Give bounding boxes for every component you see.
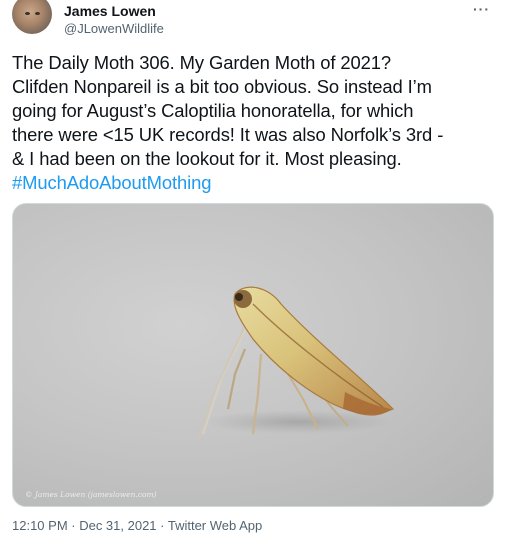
author-handle[interactable]: @JLowenWildlife <box>64 21 164 37</box>
author-name[interactable]: James Lowen <box>64 3 156 19</box>
tweet-media-photo[interactable]: © James Lowen (jameslowen.com) <box>12 203 494 507</box>
tweet-text-line: there were <15 UK records! It was also N… <box>12 124 444 145</box>
hashtag-link[interactable]: #MuchAdoAboutMothing <box>12 171 500 195</box>
avatar-eye <box>25 12 30 15</box>
photo-credit: © James Lowen (jameslowen.com) <box>25 490 157 499</box>
tweet-text: The Daily Moth 306. My Garden Moth of 20… <box>12 51 500 195</box>
tweet-text-line: going for August’s Caloptilia honoratell… <box>12 100 414 121</box>
tweet-text-line: The Daily Moth 306. My Garden Moth of 20… <box>12 52 392 73</box>
author-avatar[interactable] <box>12 0 52 34</box>
moth-eye <box>235 293 243 301</box>
avatar-eye <box>35 12 40 15</box>
more-options-icon[interactable]: ··· <box>473 1 490 17</box>
tweet-text-line: Clifden Nonpareil is a bit too obvious. … <box>12 76 432 97</box>
moth-photo-illustration <box>197 286 395 443</box>
tweet-timestamp[interactable]: 12:10 PM · Dec 31, 2021 · Twitter Web Ap… <box>12 518 262 534</box>
tweet-text-line: & I had been on the lookout for it. Most… <box>12 148 402 169</box>
